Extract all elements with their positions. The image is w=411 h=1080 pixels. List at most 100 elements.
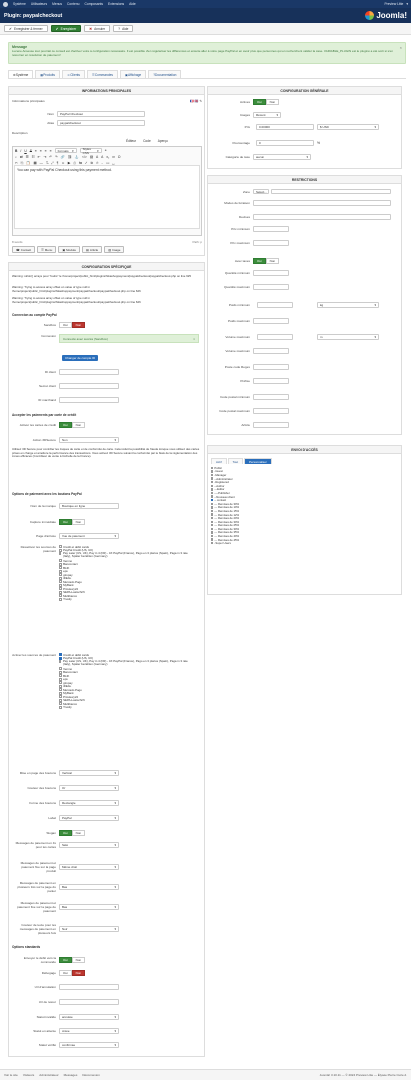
menu-button[interactable]: ☰ Menu xyxy=(37,246,57,253)
checkbox[interactable] xyxy=(59,583,62,587)
underline-icon[interactable]: U xyxy=(24,149,26,153)
checkbox[interactable] xyxy=(211,466,214,469)
menu-item-help[interactable]: Aide xyxy=(129,2,136,6)
unlink-icon[interactable]: ⛓ xyxy=(68,155,72,159)
redo-icon[interactable]: ↷ xyxy=(55,155,58,159)
cart-article-input[interactable] xyxy=(253,422,289,428)
list-ul-icon[interactable]: ☰ xyxy=(26,155,29,159)
menu-item-components[interactable]: Composants xyxy=(85,2,104,6)
enable-source-item[interactable]: Trustly xyxy=(59,705,194,709)
min-price-input[interactable] xyxy=(253,226,289,232)
weight-unit-select[interactable]: kg ▾ xyxy=(317,302,379,308)
prefix-input[interactable] xyxy=(253,378,289,384)
debug-send-toggle[interactable]: Oui Non xyxy=(59,957,86,963)
menu-item-menus[interactable]: Menus xyxy=(52,2,62,6)
max-weight-input[interactable] xyxy=(253,318,289,324)
cancel-url-input[interactable] xyxy=(59,984,119,990)
checkbox[interactable] xyxy=(59,559,62,563)
min-volume-input[interactable] xyxy=(257,334,293,340)
disable-source-item[interactable]: Trustly xyxy=(59,597,194,601)
checkbox[interactable] xyxy=(211,524,214,527)
checkbox[interactable] xyxy=(59,705,62,709)
3ds-select[interactable]: Non ▾ xyxy=(59,437,119,443)
disable-source-item[interactable]: Pay Later (US, UK), Pay in 4 (FR) - 4X P… xyxy=(59,551,194,559)
checkbox[interactable] xyxy=(59,573,62,577)
access-tab-custom[interactable]: Personnaliser xyxy=(244,458,272,464)
undo-icon[interactable]: ↶ xyxy=(49,155,52,159)
checkbox[interactable] xyxy=(211,513,214,516)
message-product-select[interactable]: Même droit ▾ xyxy=(59,864,119,870)
checkbox[interactable] xyxy=(59,677,62,681)
with-taxes-toggle[interactable]: Oui Non xyxy=(253,258,280,264)
checkbox[interactable] xyxy=(211,498,214,502)
checkbox[interactable] xyxy=(59,667,62,671)
module-button[interactable]: ▣ Module xyxy=(58,246,80,253)
message-color-select[interactable]: Noir ▾ xyxy=(59,926,119,932)
checkbox[interactable] xyxy=(211,534,214,538)
checkbox[interactable] xyxy=(59,681,62,685)
messages-link[interactable]: Messages xyxy=(64,1073,78,1077)
alias-input[interactable]: paypalcheckout xyxy=(57,120,145,126)
checkbox[interactable] xyxy=(211,506,214,509)
checkbox[interactable] xyxy=(59,566,62,570)
min-qty-input[interactable] xyxy=(253,270,289,276)
message-checkout-select[interactable]: Bas ▾ xyxy=(59,904,119,910)
checkbox[interactable] xyxy=(211,491,214,495)
brand-name-input[interactable]: Boutique en ligne xyxy=(59,503,119,509)
checkbox[interactable] xyxy=(59,698,62,702)
save-button[interactable]: ✔ Enregistrer xyxy=(50,25,82,32)
checkbox[interactable] xyxy=(211,477,214,480)
checkbox[interactable] xyxy=(59,653,62,657)
checkbox[interactable] xyxy=(211,538,214,541)
article-button[interactable]: ▤ Article xyxy=(82,246,103,253)
price-input[interactable]: 0.00000 xyxy=(256,124,314,130)
checkbox[interactable] xyxy=(211,527,214,531)
link-icon[interactable]: 🔗 xyxy=(61,155,65,159)
button-color-select[interactable]: Or ▾ xyxy=(59,785,119,791)
regex-input[interactable] xyxy=(253,364,289,370)
access-tab-active[interactable]: Actif xyxy=(211,458,227,464)
checkbox[interactable] xyxy=(59,580,62,584)
visitors-link[interactable]: Visiteurs xyxy=(23,1073,34,1077)
tab-system[interactable]: ⚙ Système xyxy=(8,70,34,78)
checkbox[interactable] xyxy=(59,576,62,580)
user-menu[interactable]: Preview Litte xyxy=(384,2,403,6)
merchant-id-input[interactable] xyxy=(59,397,119,403)
checkbox[interactable] xyxy=(59,684,62,688)
change-account-button[interactable]: Changer de compte ID xyxy=(62,355,99,361)
help-button[interactable]: ? Aide xyxy=(113,25,134,32)
checkbox[interactable] xyxy=(59,594,62,598)
debug-toggle[interactable]: Oui Non xyxy=(59,970,86,976)
justify-icon[interactable]: ≡ xyxy=(50,149,52,153)
align-center-icon[interactable]: ≡ xyxy=(40,149,42,153)
logout-link[interactable]: Déconnexion xyxy=(82,1073,100,1077)
editor-tab-code[interactable]: Code xyxy=(143,139,151,143)
joomla-menu-icon[interactable] xyxy=(3,1,8,7)
invalid-status-select[interactable]: annulée ▾ xyxy=(59,1014,119,1020)
message-cart-select[interactable]: Bas ▾ xyxy=(59,884,119,890)
checkbox[interactable] xyxy=(211,542,214,545)
view-site-link[interactable]: Voir le site xyxy=(4,1073,18,1077)
search-icon[interactable]: ⌕ xyxy=(15,155,17,159)
checkbox[interactable] xyxy=(59,569,62,573)
quote-icon[interactable]: ❝ xyxy=(105,149,107,153)
layout-select[interactable]: Vertical ▾ xyxy=(59,770,119,776)
subscript-icon[interactable]: x₂ xyxy=(106,155,109,159)
checkbox[interactable] xyxy=(59,670,62,674)
strikethrough-icon[interactable]: S xyxy=(30,149,32,153)
carrier-input[interactable] xyxy=(253,200,391,206)
editor-tab-preview[interactable]: Aperçu xyxy=(158,139,168,143)
tab-customers[interactable]: ☺ Clients xyxy=(61,70,85,78)
menu-item-users[interactable]: Utilisateurs xyxy=(31,2,47,6)
checkbox[interactable] xyxy=(211,495,214,498)
tab-orders[interactable]: ☰ Commandes xyxy=(87,70,118,78)
tax-category-select[interactable]: aucun ▾ xyxy=(253,154,311,160)
menu-item-content[interactable]: Contenu xyxy=(67,2,79,6)
percentage-input[interactable]: 0 xyxy=(256,140,314,146)
menu-item-extensions[interactable]: Extensions xyxy=(108,2,124,6)
min-postcode-input[interactable] xyxy=(253,394,289,400)
accept-cards-toggle[interactable]: Oui Non xyxy=(59,422,86,428)
tab-products[interactable]: ▦ Produits xyxy=(35,70,60,78)
min-weight-input[interactable] xyxy=(257,302,293,308)
capture-toggle[interactable]: Oui Non xyxy=(59,519,86,525)
